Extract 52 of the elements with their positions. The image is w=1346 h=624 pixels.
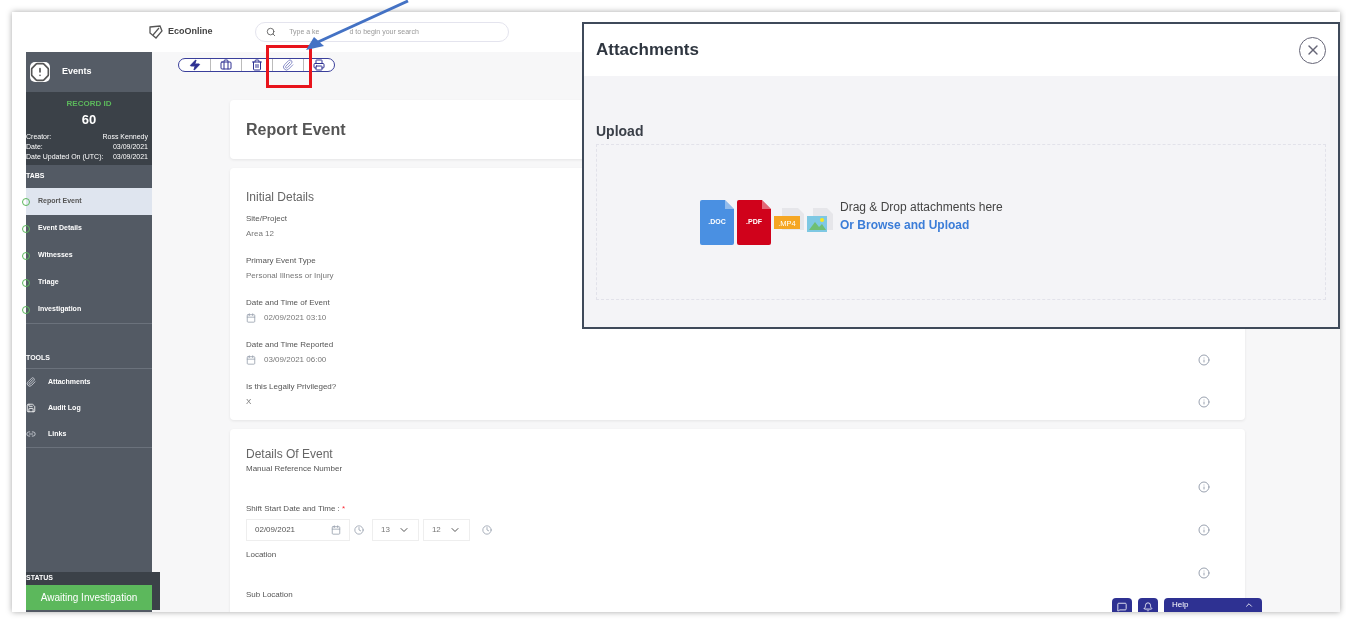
calendar-icon <box>246 355 256 365</box>
module-title: Events <box>62 65 92 79</box>
browse-link[interactable]: Or Browse and Upload <box>840 216 1003 234</box>
chat-button[interactable] <box>1112 598 1132 612</box>
clock-icon <box>354 525 364 535</box>
field-value: 02/09/2021 03:10 <box>264 312 327 324</box>
record-label: RECORD ID <box>66 98 112 110</box>
date-field[interactable]: 02/09/2021 <box>246 519 350 541</box>
help-button[interactable]: Help <box>1164 598 1262 612</box>
dialog-title: Attachments <box>596 39 699 62</box>
paperclip-icon <box>282 59 294 71</box>
field-label: Site/Project <box>246 213 287 225</box>
search-icon <box>265 27 276 37</box>
paperclip-icon <box>26 377 36 387</box>
field-label: Shift Start Date and Time : * <box>246 503 347 515</box>
field-label: Date and Time of Event <box>246 297 330 309</box>
field-value: Area 12 <box>246 228 275 240</box>
calendar-icon <box>246 313 256 323</box>
trash-icon <box>251 59 263 71</box>
field-label: Location <box>246 549 278 561</box>
page-title: Report Event <box>246 119 346 140</box>
link-icon <box>26 429 36 439</box>
field-label: Sub Location <box>246 589 294 601</box>
field-label: Date and Time Reported <box>246 339 334 351</box>
hour-select[interactable]: 13 <box>372 519 419 541</box>
alert-icon <box>30 62 50 82</box>
printer-icon <box>313 59 325 71</box>
clock-icon <box>481 525 492 535</box>
bell-icon <box>1143 602 1153 612</box>
floppy-icon <box>26 403 36 413</box>
upload-heading: Upload <box>596 122 645 141</box>
field-value: Personal Illness or Injury <box>246 270 334 282</box>
chat-icon <box>1117 602 1127 612</box>
minute-select[interactable]: 12 <box>422 519 470 541</box>
field-value: 03/09/2021 06:00 <box>264 354 327 366</box>
section-title: Initial Details <box>246 189 316 206</box>
notification-button[interactable] <box>1138 598 1158 612</box>
field-label: Manual Reference Number <box>246 463 344 475</box>
calendar-icon <box>331 525 341 535</box>
chevron-up-icon <box>1244 600 1254 610</box>
briefcase-icon <box>220 59 232 71</box>
field-value: X <box>246 396 252 408</box>
record-id: 60 <box>81 111 97 129</box>
section-title: Details Of Event <box>246 446 334 463</box>
field-label: Is this Legally Privileged? <box>246 381 337 393</box>
drop-instructions: Drag & Drop attachments here <box>840 199 1003 216</box>
highlight-box <box>266 45 312 88</box>
status-badge: Awaiting Investigation <box>26 585 152 610</box>
field-label: Primary Event Type <box>246 255 317 267</box>
logo-icon <box>148 25 164 39</box>
bolt-icon <box>188 59 201 71</box>
logo-text: EcoOnline <box>168 25 213 39</box>
